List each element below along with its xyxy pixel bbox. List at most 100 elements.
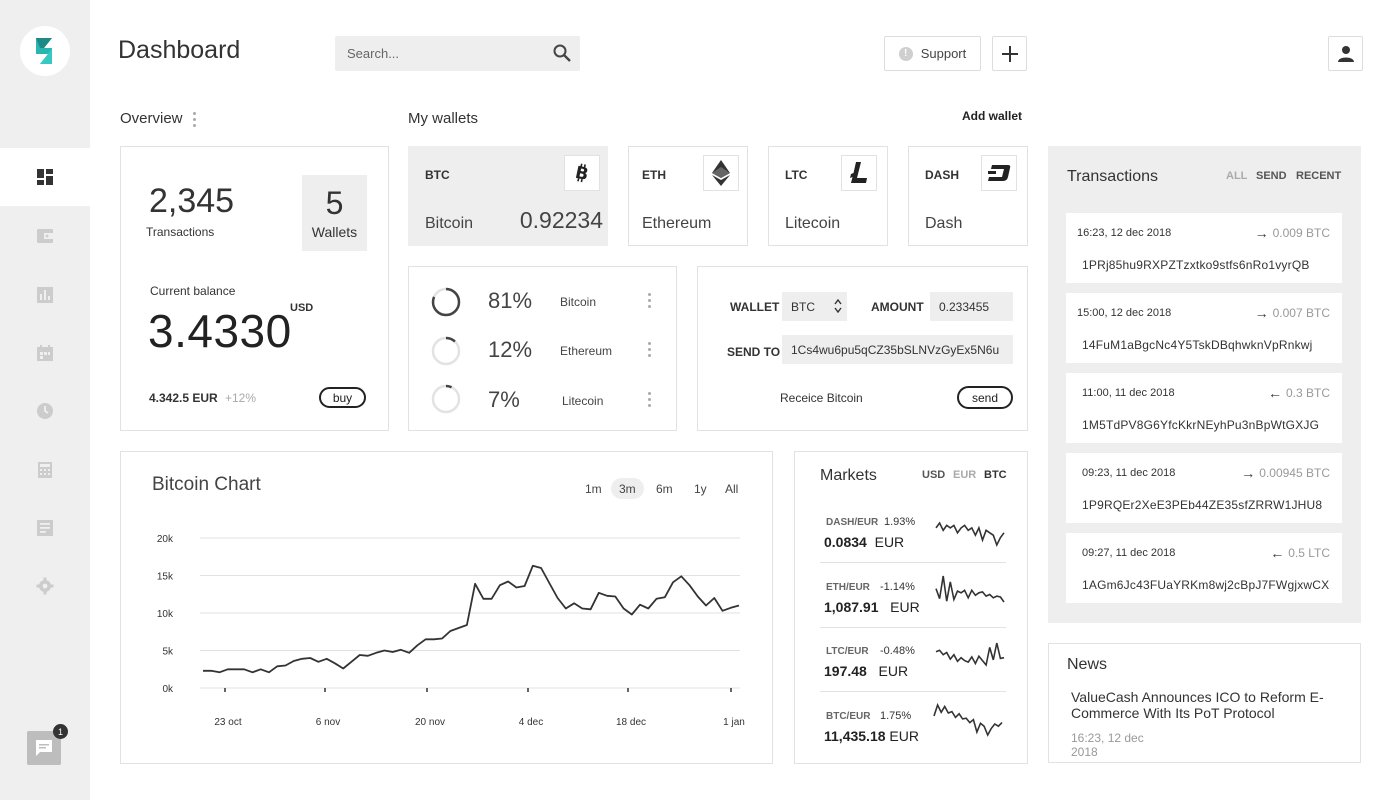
transaction-item[interactable]: 09:23, 11 dec 2018 → 0.00945 BTC 1P9RQEr2… <box>1066 453 1342 523</box>
divider <box>820 562 1006 563</box>
wallet-card-dash[interactable]: DASH Dash <box>908 146 1028 246</box>
transaction-item[interactable]: 11:00, 11 dec 2018 ← 0.3 BTC 1M5TdPV8G6Yf… <box>1066 373 1342 443</box>
nav-item-wallet[interactable] <box>0 207 90 265</box>
app-logo[interactable] <box>20 26 70 76</box>
wallet-card-eth[interactable]: ETH Ethereum <box>628 146 748 246</box>
markets-title: Markets <box>820 467 877 484</box>
market-change: -1.14% <box>880 581 915 593</box>
user-icon <box>1337 45 1354 62</box>
support-button[interactable]: ! Support <box>884 36 981 71</box>
search-input[interactable] <box>335 36 545 71</box>
wallet-name: Dash <box>925 215 963 232</box>
x-tick-label: 20 nov <box>415 717 445 728</box>
wallet-select[interactable]: BTC <box>782 292 847 321</box>
range-3m-button[interactable]: 3m <box>611 478 644 499</box>
overview-menu-icon[interactable] <box>193 112 196 127</box>
y-tick-label: 20k <box>157 534 174 545</box>
market-value: 1,087.91 <box>824 599 879 615</box>
amount-input[interactable]: 0.233455 <box>930 292 1013 321</box>
plus-icon <box>1001 45 1018 62</box>
distribution-row-ethereum: 12% Ethereum <box>408 333 677 369</box>
transaction-time: 09:27, 11 dec 2018 <box>1082 547 1176 559</box>
range-1y-button[interactable]: 1y <box>686 478 715 499</box>
range-1m-button[interactable]: 1m <box>577 478 610 499</box>
distribution-list: 81% Bitcoin 12% Ethereum 7% Litecoin <box>408 266 677 431</box>
row-menu-icon[interactable] <box>648 342 651 357</box>
wallet-code: LTC <box>785 168 808 182</box>
row-menu-icon[interactable] <box>648 392 651 407</box>
market-sparkline-dash <box>935 521 1005 548</box>
donut-track <box>431 336 461 366</box>
wallets-label: Wallets <box>311 224 358 240</box>
receive-bitcoin-link[interactable]: Receice Bitcoin <box>780 391 863 405</box>
send-button[interactable]: send <box>957 386 1013 409</box>
nav-item-statistics[interactable] <box>0 266 90 324</box>
donut-chart-bitcoin <box>431 287 461 317</box>
transaction-item[interactable]: 15:00, 12 dec 2018 → 0.007 BTC 14FuM1aBgc… <box>1066 293 1342 363</box>
add-button[interactable] <box>992 36 1027 71</box>
ethereum-icon <box>703 155 739 191</box>
arrow-right-icon: → <box>1254 225 1269 241</box>
sparkline <box>935 575 1005 603</box>
market-change: 1.93% <box>884 516 916 528</box>
distribution-row-litecoin: 7% Litecoin <box>408 383 677 419</box>
market-change: -0.48% <box>880 645 915 657</box>
news-title: News <box>1067 656 1108 673</box>
news-date: 16:23, 12 dec 2018 <box>1071 731 1144 759</box>
eur-value: 4.342.5 EUR <box>149 391 218 405</box>
nav-item-calendar[interactable] <box>0 324 90 382</box>
news-headline-link[interactable]: ValueCash Announces ICO to Reform E-Comm… <box>1071 689 1341 721</box>
y-tick-label: 10k <box>157 609 174 620</box>
y-tick-label: 15k <box>157 572 174 583</box>
market-sparkline-btc <box>933 702 1003 737</box>
wallet-name: Bitcoin <box>425 215 474 232</box>
donut-track <box>431 384 461 414</box>
transaction-address: 1PRj85hu9RXPZTzxtko9stfs6nRo1vyrQB <box>1082 258 1310 272</box>
row-menu-icon[interactable] <box>648 293 651 308</box>
transactions-tab-recent[interactable]: RECENT <box>1296 170 1341 182</box>
wallets-count-box[interactable]: 5 Wallets <box>302 175 367 251</box>
transaction-item[interactable]: 16:23, 12 dec 2018 → 0.009 BTC 1PRj85hu9R… <box>1066 213 1342 283</box>
x-tick-label: 4 dec <box>519 717 543 728</box>
markets-tab-usd[interactable]: USD <box>922 469 945 481</box>
send-to-address-input[interactable]: 1Cs4wu6pu5qCZ35bSLNVzGyEx5N6u <box>782 335 1013 364</box>
transactions-tab-all[interactable]: ALL <box>1226 170 1247 182</box>
divider <box>820 627 1006 628</box>
nav-item-documents[interactable] <box>0 499 90 557</box>
wallet-card-btc[interactable]: BTC B Bitcoin 0.92234 <box>408 146 608 246</box>
chart-title: Bitcoin Chart <box>152 474 261 495</box>
nav-item-history[interactable] <box>0 382 90 440</box>
wallet-name: Litecoin <box>785 215 841 232</box>
market-value: 197.48 <box>824 663 867 679</box>
range-6m-button[interactable]: 6m <box>648 478 681 499</box>
transaction-address: 14FuM1aBgcNc4Y5TskDBqhwknVpRnkwj <box>1082 338 1313 352</box>
transaction-item[interactable]: 09:27, 11 dec 2018 ← 0.5 LTC 1AGm6Jc43FUa… <box>1066 533 1342 603</box>
market-sparkline-ltc <box>935 642 1005 667</box>
nav-item-dashboard[interactable] <box>0 148 90 206</box>
distribution-coin: Litecoin <box>562 394 604 408</box>
wallet-code: ETH <box>642 168 666 182</box>
search-icon[interactable] <box>552 43 572 63</box>
balance-currency: USD <box>290 302 314 314</box>
donut-chart-ethereum <box>431 336 461 366</box>
nav-item-calculator[interactable] <box>0 441 90 499</box>
user-profile-button[interactable] <box>1328 36 1363 71</box>
nav-item-settings[interactable] <box>0 557 90 615</box>
distribution-coin: Bitcoin <box>560 295 597 309</box>
markets-tab-eur[interactable]: EUR <box>953 469 976 481</box>
buy-button[interactable]: buy <box>319 387 366 408</box>
amount-label: AMOUNT <box>871 300 924 314</box>
markets-tab-btc[interactable]: BTC <box>984 469 1007 481</box>
market-currency: EUR <box>889 728 919 744</box>
add-wallet-link[interactable]: Add wallet <box>962 109 1022 123</box>
wallet-card-ltc[interactable]: LTC Litecoin <box>768 146 888 246</box>
market-currency: EUR <box>874 534 905 550</box>
transaction-amount: 0.009 BTC <box>1272 226 1330 240</box>
distribution-percent: 12% <box>488 337 533 362</box>
wallet-name: Ethereum <box>642 215 712 232</box>
page-title: Dashboard <box>118 36 241 64</box>
transactions-tab-send[interactable]: SEND <box>1256 170 1287 182</box>
support-label: Support <box>920 46 967 61</box>
arrow-left-icon: ← <box>1267 385 1282 401</box>
range-all-button[interactable]: All <box>717 478 746 499</box>
